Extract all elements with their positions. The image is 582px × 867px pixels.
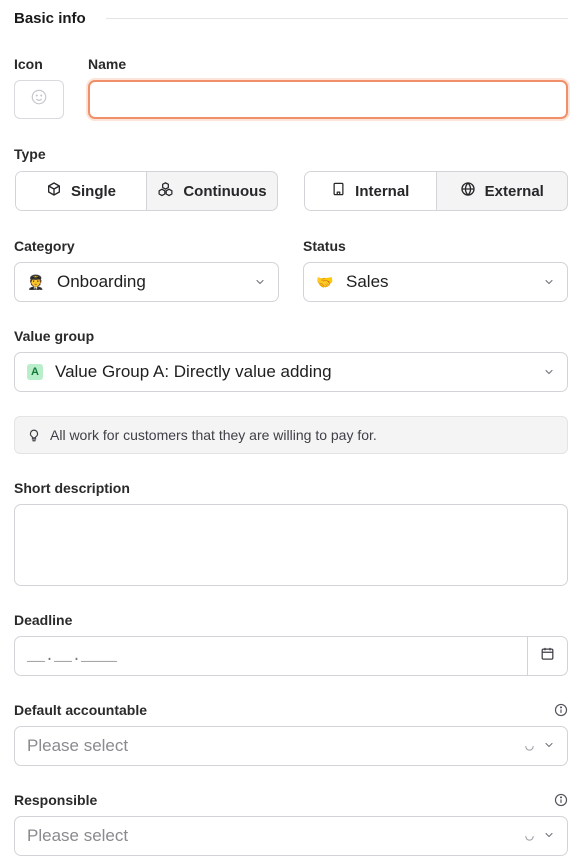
scope-internal-button[interactable]: Internal [305, 172, 436, 210]
chevron-down-icon [543, 736, 555, 756]
section-divider [105, 17, 568, 19]
type-single-label: Single [70, 182, 116, 200]
deadline-input[interactable] [15, 637, 527, 675]
deadline-field [14, 636, 568, 676]
info-icon[interactable] [554, 793, 568, 807]
short-description-textarea[interactable] [14, 504, 568, 586]
cube-icon [46, 181, 62, 201]
status-emoji: 🤝 [316, 273, 334, 290]
responsible-select[interactable]: Please select [14, 816, 568, 856]
basic-info-header: Basic info [14, 8, 568, 28]
icon-label: Icon [14, 56, 43, 72]
type-continuous-button[interactable]: Continuous [146, 172, 277, 210]
category-value: Onboarding [57, 272, 146, 291]
lightbulb-icon [27, 428, 41, 443]
status-label: Status [303, 238, 346, 254]
select-indicators [524, 826, 555, 846]
info-icon[interactable] [554, 703, 568, 717]
building-icon [331, 181, 346, 201]
default-accountable-label: Default accountable [14, 702, 148, 718]
loading-spinner-icon [524, 831, 535, 842]
default-accountable-select[interactable]: Please select [14, 726, 568, 766]
chevron-down-icon [543, 826, 555, 846]
name-input[interactable] [88, 80, 568, 119]
section-title: Basic info [14, 9, 86, 27]
type-single-button[interactable]: Single [16, 172, 146, 210]
calendar-button[interactable] [527, 637, 567, 675]
scope-toggle: Internal External [304, 171, 568, 211]
scope-external-button[interactable]: External [435, 172, 568, 210]
responsible-label: Responsible [14, 792, 98, 808]
short-description-label: Short description [14, 480, 130, 496]
icon-picker-button[interactable] [14, 80, 64, 119]
loading-spinner-icon [524, 741, 535, 752]
hint-text: All work for customers that they are wil… [50, 427, 377, 443]
value-group-value: Value Group A: Directly value adding [55, 362, 332, 381]
chevron-down-icon [543, 276, 555, 288]
responsible-placeholder: Please select [27, 826, 129, 845]
chevron-down-icon [254, 276, 266, 288]
scope-external-label: External [484, 182, 544, 200]
globe-icon [460, 181, 476, 201]
type-toggle: Single Continuous [15, 171, 278, 211]
default-accountable-placeholder: Please select [27, 736, 129, 755]
deadline-label: Deadline [14, 612, 73, 628]
type-label: Type [14, 146, 46, 162]
value-group-select[interactable]: A Value Group A: Directly value adding [14, 352, 568, 392]
scope-internal-label: Internal [355, 182, 410, 200]
select-indicators [524, 736, 555, 756]
value-group-badge: A [27, 364, 43, 380]
value-group-hint: All work for customers that they are wil… [14, 416, 568, 454]
chevron-down-icon [543, 366, 555, 378]
value-group-label: Value group [14, 328, 95, 344]
status-value: Sales [346, 272, 389, 291]
calendar-icon [540, 646, 555, 666]
smiley-icon [30, 88, 48, 111]
name-label: Name [88, 56, 127, 72]
status-select[interactable]: 🤝 Sales [303, 262, 568, 302]
type-continuous-label: Continuous [183, 182, 267, 200]
category-emoji: 🧑‍✈️ [27, 273, 45, 290]
category-label: Category [14, 238, 75, 254]
category-select[interactable]: 🧑‍✈️ Onboarding [14, 262, 279, 302]
cubes-icon [157, 181, 174, 202]
